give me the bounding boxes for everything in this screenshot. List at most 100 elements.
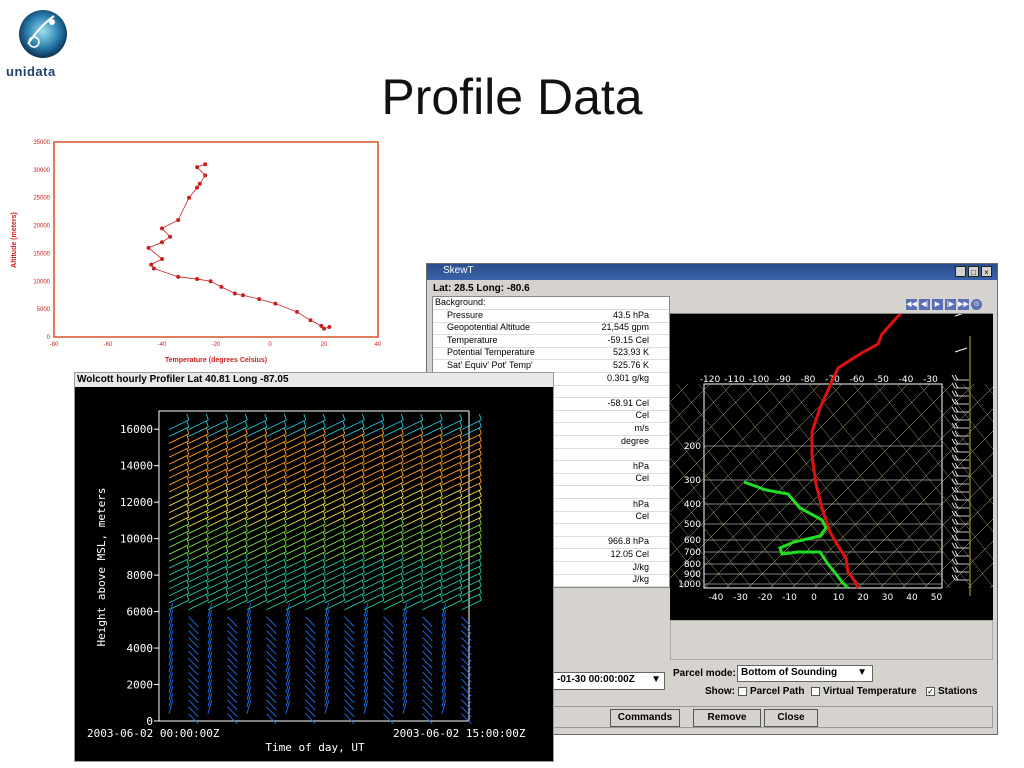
wind-barb-flag [420, 490, 424, 497]
wind-barb-flag [186, 483, 190, 490]
wind-barb-flag [459, 566, 463, 573]
wind-barb-flag [244, 531, 248, 538]
wind-barb-flag [439, 413, 443, 421]
wind-barb-flag [205, 531, 209, 538]
stations-checkbox[interactable]: ✓ [926, 687, 935, 696]
prev-frame-icon[interactable]: ◀| [919, 299, 930, 310]
chart-xlabel: Temperature (degrees Celsius) [165, 357, 267, 364]
wind-barb-flag [244, 413, 248, 421]
wind-barb-flag [283, 594, 287, 601]
wind-barb-flag [186, 476, 190, 483]
wind-barb-flag [264, 420, 268, 428]
wind-barb-flag [186, 517, 190, 525]
info-row: Potential Temperature 523.93 K [433, 347, 669, 361]
wind-barb [246, 658, 252, 673]
parcel-mode-label: Parcel mode: [673, 668, 736, 679]
wind-barb-flag [322, 559, 326, 566]
chart-ytick-label: 5000 [37, 307, 51, 313]
wind-barb-flag [205, 587, 209, 594]
play-icon[interactable]: ▶ [932, 299, 943, 310]
wind-barb-flag [186, 573, 190, 580]
wind-barb [285, 637, 291, 652]
wind-barb-flag [264, 594, 268, 601]
wind-barb-flag [186, 594, 190, 601]
close-button[interactable]: Close [764, 709, 818, 727]
wind-barb-flag [283, 483, 287, 490]
wind-barb [207, 665, 213, 680]
first-frame-icon[interactable]: ◀◀ [906, 299, 917, 310]
time-select[interactable]: -01-30 00:00:00Z ▼ [553, 672, 665, 690]
wind-barb-flag [264, 510, 268, 518]
profiler-ytick-label: 6000 [127, 606, 154, 619]
profiler-window: Wolcott hourly Profiler Lat 40.81 Long -… [74, 372, 554, 762]
top-axis-tick: -80 [801, 375, 816, 385]
commands-button[interactable]: Commands [610, 709, 680, 727]
wind-barb [441, 610, 447, 624]
skewt-titlebar[interactable]: SkewT _ □ × [427, 264, 997, 280]
remove-button[interactable]: Remove [693, 709, 761, 727]
wind-barb-flag [342, 462, 346, 469]
wind-barb-flag [361, 427, 365, 435]
wind-barb-flag [478, 441, 482, 448]
wind-barb-flag [303, 420, 307, 428]
wind-barb-flag [322, 427, 326, 435]
wind-barb-flag [420, 420, 424, 428]
info-row-value: m/s [634, 423, 650, 433]
wind-barb [324, 651, 330, 666]
virtual-temperature-label: Virtual Temperature [823, 686, 917, 697]
minimize-button[interactable]: _ [955, 266, 966, 277]
chart-xtick-label: 40 [375, 342, 382, 348]
wind-barb-flag [205, 517, 209, 525]
bottom-axis-tick: -20 [758, 593, 773, 603]
parcel-path-checkbox[interactable] [738, 687, 747, 696]
wind-barb-flag [381, 434, 385, 441]
wind-barb-flag [303, 427, 307, 435]
dry-adiabat [830, 383, 995, 589]
dry-adiabat [874, 383, 1024, 571]
wind-barb-flag [264, 476, 268, 483]
wind-barb [207, 700, 213, 714]
wind-barb-flag [303, 559, 307, 566]
animation-toolbar: ◀◀ ◀| ▶ |▶ ▶▶ ⊙ [670, 296, 993, 314]
wind-barb-flag [381, 490, 385, 497]
last-frame-icon[interactable]: ▶▶ [958, 299, 969, 310]
wind-barb-flag [381, 517, 385, 525]
wind-barb-flag [303, 434, 307, 441]
wind-barb-flag [244, 469, 248, 476]
chart-xtick-label: -60 [104, 342, 113, 348]
next-frame-icon[interactable]: |▶ [945, 299, 956, 310]
wind-barb [324, 610, 330, 624]
wind-barb-flag [303, 587, 307, 594]
wind-barb-flag [205, 469, 209, 476]
top-axis-tick: -40 [899, 375, 914, 385]
wind-barb [324, 658, 330, 673]
wind-barb-flag [381, 538, 385, 545]
wind-barb-flag [439, 490, 443, 497]
wind-barb [285, 623, 291, 638]
virtual-temperature-checkbox[interactable] [811, 687, 820, 696]
wind-barb-flag [459, 427, 463, 435]
wind-barb-flag [400, 413, 404, 421]
logo-text: unidata [6, 64, 56, 79]
parcel-mode-select[interactable]: Bottom of Sounding ▼ [737, 665, 873, 682]
close-window-button[interactable]: × [981, 266, 992, 277]
wind-barb [168, 644, 174, 659]
profiler-xend: 2003-06-02 15:00:00Z [393, 727, 526, 740]
wind-barb-flag [303, 580, 307, 587]
wind-barb [402, 616, 408, 631]
wind-barb [402, 700, 408, 714]
chart-ytick-label: 20000 [33, 224, 50, 230]
isotherm [879, 443, 1024, 589]
info-row-value: 12.05 Cel [610, 549, 649, 559]
wind-barb-flag [186, 413, 190, 421]
wind-barb-flag [225, 441, 229, 448]
wind-barb-flag [322, 580, 326, 587]
maximize-button[interactable]: □ [968, 266, 979, 277]
settings-icon[interactable]: ⊙ [971, 299, 982, 310]
wind-barb-flag [225, 469, 229, 476]
data-point [151, 266, 156, 271]
wind-barb-flag [205, 573, 209, 580]
bottom-axis-tick: 0 [811, 593, 817, 603]
skewt-plot[interactable]: 200 300 400 500 600 700 800 900 1000 -120 -110 -100… [439, 294, 1024, 620]
chart-ytick-label: 15000 [33, 251, 50, 257]
